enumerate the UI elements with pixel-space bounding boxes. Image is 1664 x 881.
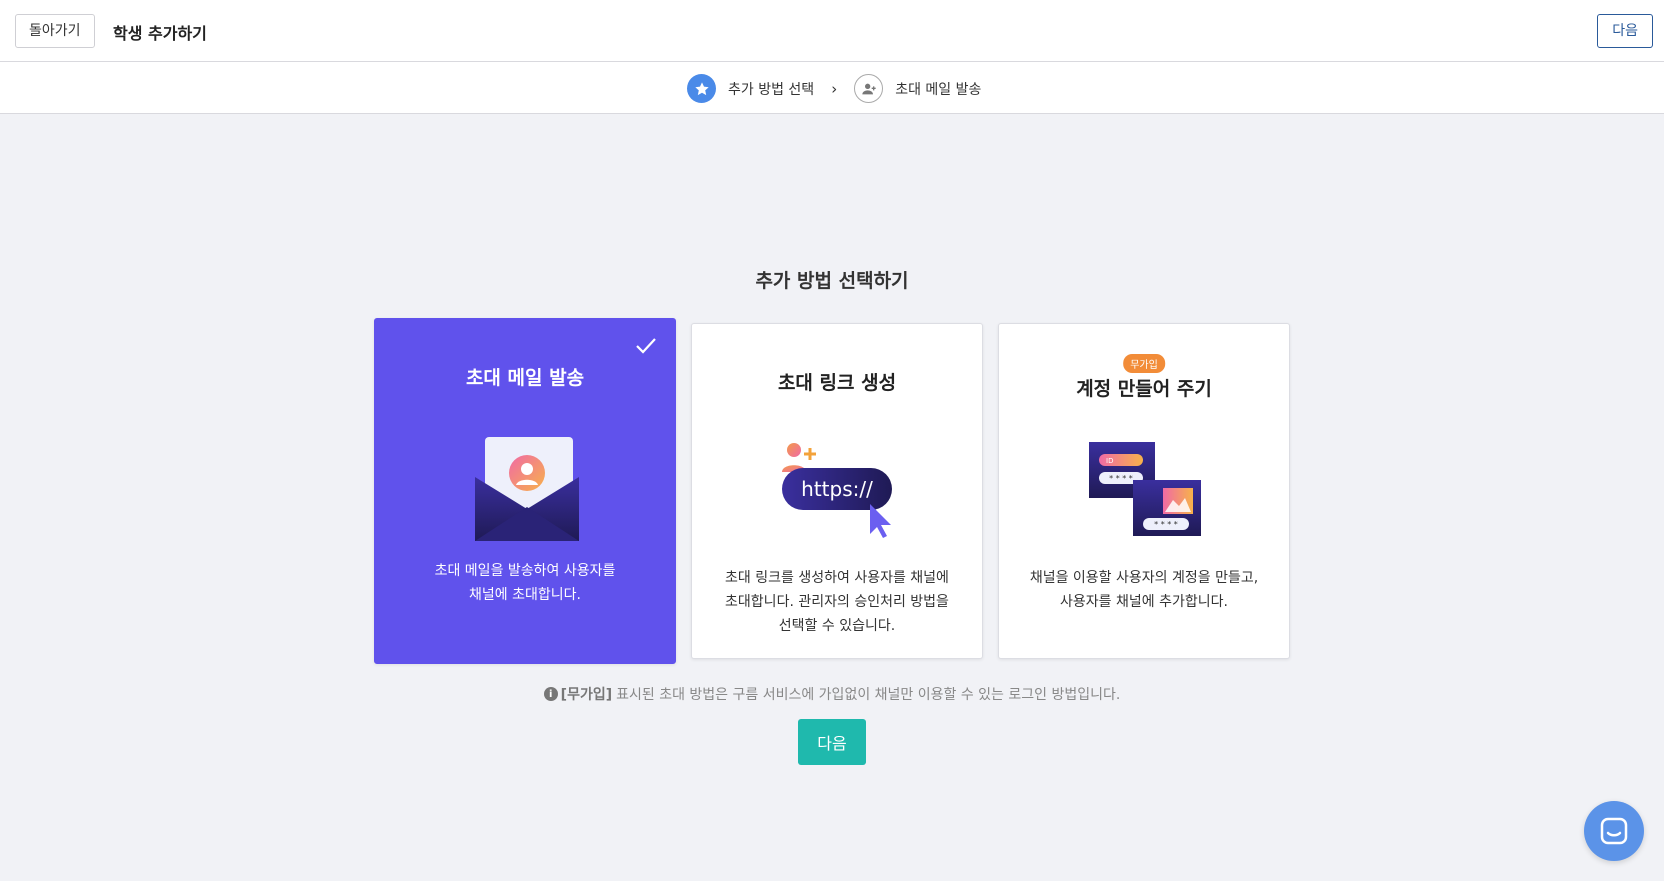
step-label-send-invite: 초대 메일 발송 (895, 81, 982, 98)
step-indicator: 추가 방법 선택 › 초대 메일 발송 (687, 74, 981, 103)
top-bar: 돌아가기 학생 추가하기 다음 (0, 0, 1664, 62)
svg-text:https://: https:// (801, 477, 873, 501)
page-title: 학생 추가하기 (113, 24, 207, 43)
mail-invite-icon (475, 437, 579, 541)
card-description: 초대 링크를 생성하여 사용자를 채널에 초대합니다. 관리자의 승인처리 방법… (725, 570, 949, 634)
user-add-icon (854, 74, 884, 103)
chat-support-button[interactable] (1584, 801, 1644, 861)
no-signup-note: i [무가입] 표시된 초대 방법은 구름 서비스에 가입없이 채널만 이용할 … (0, 684, 1664, 704)
note-highlight: [무가입] (560, 687, 613, 703)
card-title: 초대 메일 발송 (465, 367, 585, 389)
card-description: 채널을 이용할 사용자의 계정을 만들고, 사용자를 채널에 추가합니다. (1029, 570, 1259, 610)
step-label-select-method: 추가 방법 선택 (728, 81, 815, 98)
section-title: 추가 방법 선택하기 (755, 270, 909, 292)
link-https-icon: https:// (782, 443, 892, 538)
account-create-icon: ID * * * * * * * * (1089, 442, 1201, 536)
svg-text:ID: ID (1106, 457, 1113, 465)
card-invite-mail[interactable]: 초대 메일 발송 초대 메일을 발송하여 사용자를 채널에 초대합니다. (374, 318, 676, 664)
info-icon: i (543, 687, 558, 701)
step-bar: 추가 방법 선택 › 초대 메일 발송 (0, 62, 1664, 114)
next-button[interactable]: 다음 (798, 719, 866, 765)
card-create-account[interactable]: 무가입 계정 만들어 주기 ID * * * * * * * * 채널을 이용할… (998, 323, 1290, 659)
note-text: 표시된 초대 방법은 구름 서비스에 가입없이 채널만 이용할 수 있는 로그인… (616, 687, 1121, 703)
card-description: 초대 메일을 발송하여 사용자를 채널에 초대합니다. (434, 563, 616, 603)
card-invite-link[interactable]: 초대 링크 생성 https:// 초대 링크를 생성하여 사용자를 채널에 초… (691, 323, 983, 659)
check-icon (636, 338, 656, 354)
no-signup-badge: 무가입 (1123, 354, 1165, 373)
card-title: 계정 만들어 주기 (1076, 378, 1212, 400)
chat-icon (1600, 817, 1628, 845)
card-title: 초대 링크 생성 (777, 372, 897, 394)
svg-text:* * * *: * * * * (1154, 520, 1178, 529)
back-button[interactable]: 돌아가기 (15, 14, 95, 48)
chevron-right-icon: › (831, 79, 838, 98)
next-button-top[interactable]: 다음 (1597, 14, 1653, 48)
svg-text:* * * *: * * * * (1109, 474, 1133, 483)
star-icon (687, 74, 716, 103)
